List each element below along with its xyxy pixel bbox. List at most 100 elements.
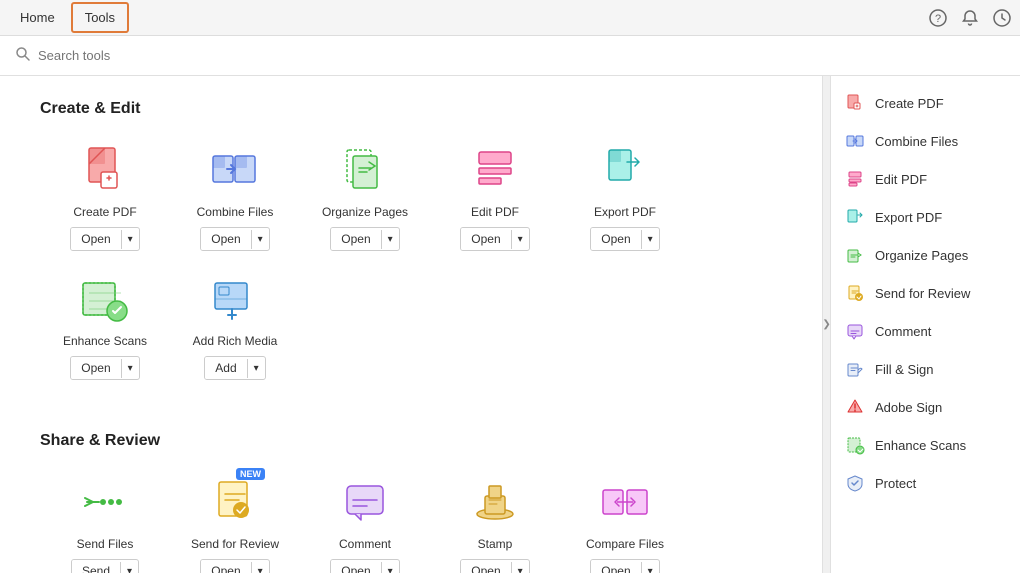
export-pdf-open-btn[interactable]: Open bbox=[591, 228, 640, 250]
panel-item-send-for-review[interactable]: Send for Review bbox=[831, 274, 1020, 312]
panel-item-enhance-scans[interactable]: Enhance Scans bbox=[831, 426, 1020, 464]
panel-protect-label: Protect bbox=[875, 476, 916, 491]
create-edit-section: Create & Edit Create PDF bbox=[40, 100, 782, 400]
stamp-open-btn[interactable]: Open bbox=[461, 560, 510, 573]
panel-combine-files-icon bbox=[845, 131, 865, 151]
search-icon bbox=[16, 47, 30, 64]
tool-send-files: Send Files Send ▾ bbox=[40, 474, 170, 573]
panel-enhance-scans-label: Enhance Scans bbox=[875, 438, 966, 453]
edit-pdf-icon bbox=[465, 142, 525, 197]
combine-files-btn-group: Open ▾ bbox=[200, 227, 269, 251]
compare-files-arrow-btn[interactable]: ▾ bbox=[641, 562, 659, 573]
scroll-separator: ❯ bbox=[822, 76, 830, 573]
send-files-arrow-btn[interactable]: ▾ bbox=[120, 562, 138, 573]
share-review-grid: Send Files Send ▾ NEW bbox=[40, 474, 782, 573]
main-layout: Create & Edit Create PDF bbox=[0, 76, 1020, 573]
tool-enhance-scans: Enhance Scans Open ▾ bbox=[40, 271, 170, 380]
panel-enhance-scans-icon bbox=[845, 435, 865, 455]
export-pdf-arrow-btn[interactable]: ▾ bbox=[641, 230, 659, 249]
panel-item-edit-pdf[interactable]: Edit PDF bbox=[831, 160, 1020, 198]
edit-pdf-arrow-btn[interactable]: ▾ bbox=[511, 230, 529, 249]
send-files-icon bbox=[75, 474, 135, 529]
panel-organize-pages-icon bbox=[845, 245, 865, 265]
panel-organize-pages-label: Organize Pages bbox=[875, 248, 968, 263]
panel-item-fill-sign[interactable]: Fill & Sign bbox=[831, 350, 1020, 388]
send-review-arrow-btn[interactable]: ▾ bbox=[251, 562, 269, 573]
clock-icon[interactable] bbox=[992, 8, 1012, 28]
stamp-arrow-btn[interactable]: ▾ bbox=[511, 562, 529, 573]
combine-files-open-btn[interactable]: Open bbox=[201, 228, 250, 250]
share-review-section: Share & Review Send Files bbox=[40, 432, 782, 573]
create-pdf-open-btn[interactable]: Open bbox=[71, 228, 120, 250]
panel-item-comment[interactable]: Comment bbox=[831, 312, 1020, 350]
panel-export-pdf-icon bbox=[845, 207, 865, 227]
share-review-header: Share & Review bbox=[40, 432, 782, 450]
organize-pages-open-btn[interactable]: Open bbox=[331, 228, 380, 250]
scroll-collapse-arrow[interactable]: ❯ bbox=[822, 319, 830, 330]
panel-item-protect[interactable]: Protect bbox=[831, 464, 1020, 502]
bell-icon[interactable] bbox=[960, 8, 980, 28]
add-rich-media-label: Add Rich Media bbox=[193, 334, 278, 348]
panel-create-pdf-label: Create PDF bbox=[875, 96, 944, 111]
organize-pages-arrow-btn[interactable]: ▾ bbox=[381, 230, 399, 249]
enhance-scans-arrow-btn[interactable]: ▾ bbox=[121, 359, 139, 378]
create-pdf-btn-group: Open ▾ bbox=[70, 227, 139, 251]
tool-edit-pdf: Edit PDF Open ▾ bbox=[430, 142, 560, 251]
search-input[interactable] bbox=[38, 48, 238, 63]
send-files-btn[interactable]: Send bbox=[72, 560, 120, 573]
panel-item-adobe-sign[interactable]: Adobe Sign bbox=[831, 388, 1020, 426]
send-files-label: Send Files bbox=[77, 537, 134, 551]
add-rich-media-btn-group: Add ▾ bbox=[204, 356, 265, 380]
comment-open-btn[interactable]: Open bbox=[331, 560, 380, 573]
tools-tab[interactable]: Tools bbox=[71, 2, 129, 33]
send-files-btn-group: Send ▾ bbox=[71, 559, 139, 573]
stamp-icon bbox=[465, 474, 525, 529]
tool-export-pdf: Export PDF Open ▾ bbox=[560, 142, 690, 251]
enhance-scans-label: Enhance Scans bbox=[63, 334, 147, 348]
top-navigation: Home Tools ? bbox=[0, 0, 1020, 36]
enhance-scans-open-btn[interactable]: Open bbox=[71, 357, 120, 379]
send-review-icon: NEW bbox=[205, 474, 265, 529]
compare-files-open-btn[interactable]: Open bbox=[591, 560, 640, 573]
organize-pages-icon bbox=[335, 142, 395, 197]
add-rich-media-arrow-btn[interactable]: ▾ bbox=[247, 359, 265, 378]
stamp-label: Stamp bbox=[478, 537, 513, 551]
nav-icons-group: ? bbox=[928, 8, 1012, 28]
compare-files-icon bbox=[595, 474, 655, 529]
stamp-btn-group: Open ▾ bbox=[460, 559, 529, 573]
panel-send-review-icon bbox=[845, 283, 865, 303]
export-pdf-label: Export PDF bbox=[594, 205, 656, 219]
export-pdf-btn-group: Open ▾ bbox=[590, 227, 659, 251]
create-edit-grid: Create PDF Open ▾ bbox=[40, 142, 782, 400]
panel-comment-label: Comment bbox=[875, 324, 931, 339]
tool-add-rich-media: Add Rich Media Add ▾ bbox=[170, 271, 300, 380]
add-rich-media-add-btn[interactable]: Add bbox=[205, 357, 246, 379]
combine-files-icon bbox=[205, 142, 265, 197]
send-review-label: Send for Review bbox=[191, 537, 279, 551]
home-tab[interactable]: Home bbox=[8, 4, 67, 31]
panel-item-combine-files[interactable]: Combine Files bbox=[831, 122, 1020, 160]
panel-combine-files-label: Combine Files bbox=[875, 134, 958, 149]
panel-item-organize-pages[interactable]: Organize Pages bbox=[831, 236, 1020, 274]
tool-send-review: NEW Send for Review Open ▾ bbox=[170, 474, 300, 573]
combine-files-arrow-btn[interactable]: ▾ bbox=[251, 230, 269, 249]
compare-files-label: Compare Files bbox=[586, 537, 664, 551]
new-badge: NEW bbox=[236, 468, 265, 480]
add-rich-media-icon bbox=[205, 271, 265, 326]
create-pdf-icon bbox=[75, 142, 135, 197]
help-icon[interactable]: ? bbox=[928, 8, 948, 28]
panel-adobe-sign-icon bbox=[845, 397, 865, 417]
panel-export-pdf-label: Export PDF bbox=[875, 210, 942, 225]
panel-item-create-pdf[interactable]: Create PDF bbox=[831, 84, 1020, 122]
svg-text:?: ? bbox=[935, 13, 941, 25]
panel-protect-icon bbox=[845, 473, 865, 493]
panel-fill-sign-label: Fill & Sign bbox=[875, 362, 934, 377]
panel-edit-pdf-icon bbox=[845, 169, 865, 189]
create-pdf-arrow-btn[interactable]: ▾ bbox=[121, 230, 139, 249]
edit-pdf-label: Edit PDF bbox=[471, 205, 519, 219]
comment-arrow-btn[interactable]: ▾ bbox=[381, 562, 399, 573]
tool-combine-files: Combine Files Open ▾ bbox=[170, 142, 300, 251]
edit-pdf-open-btn[interactable]: Open bbox=[461, 228, 510, 250]
panel-item-export-pdf[interactable]: Export PDF bbox=[831, 198, 1020, 236]
send-review-open-btn[interactable]: Open bbox=[201, 560, 250, 573]
